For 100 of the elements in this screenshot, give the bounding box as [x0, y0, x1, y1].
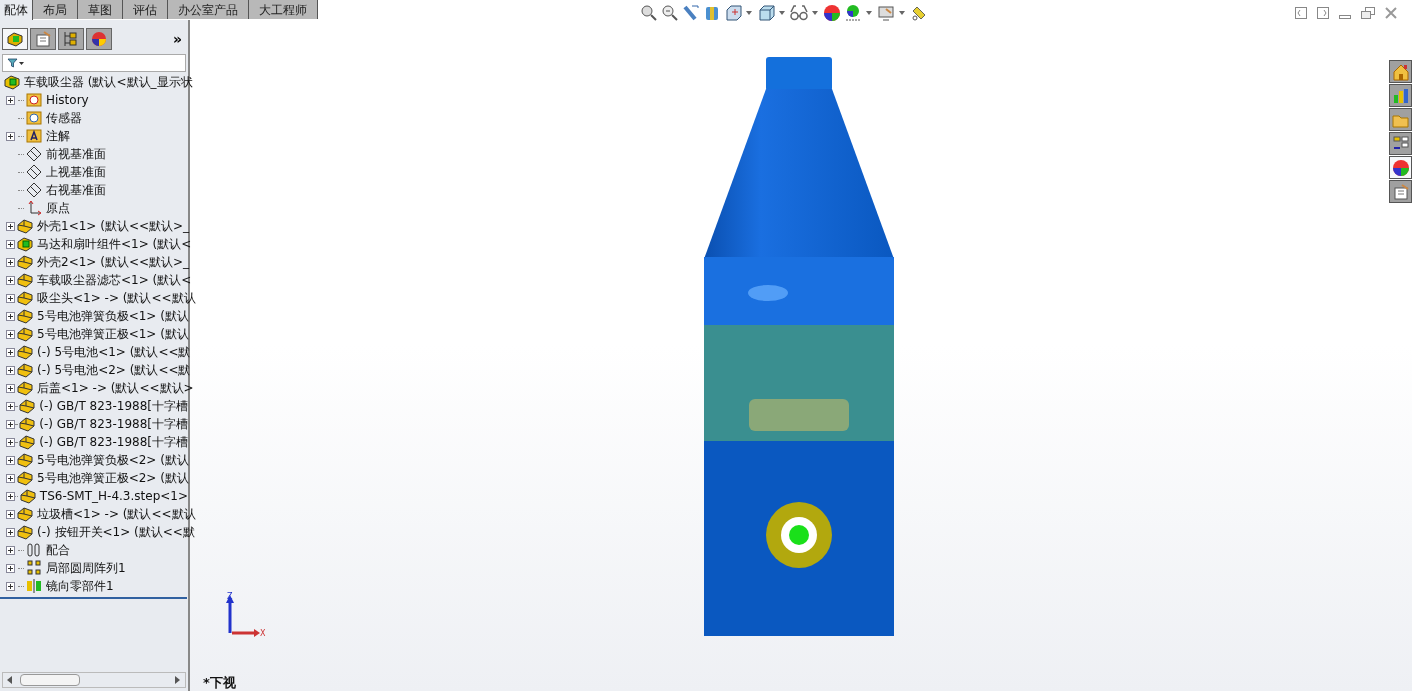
tree-item[interactable]: 局部圆周阵列1 — [46, 559, 126, 577]
tree-item[interactable]: 车载吸尘器滤芯<1> (默认< — [37, 271, 192, 289]
tree-item[interactable]: 5号电池弹簧正极<2> (默认 — [37, 469, 189, 487]
expand-icon[interactable] — [6, 545, 15, 555]
part-icon — [19, 434, 36, 450]
ribbon-tab[interactable]: 评估 — [123, 0, 168, 19]
origin-icon — [26, 200, 42, 216]
expand-icon[interactable] — [6, 95, 15, 105]
tree-item[interactable]: (-) 5号电池<2> (默认<<默 — [37, 361, 191, 379]
tree-item[interactable]: 5号电池弹簧负极<2> (默认 — [37, 451, 189, 469]
dock-left-icon[interactable] — [1295, 7, 1307, 19]
expand-icon[interactable] — [6, 527, 15, 537]
panel-tab[interactable] — [30, 28, 56, 50]
expand-icon[interactable] — [6, 491, 15, 501]
part-icon — [17, 344, 33, 360]
tree-item[interactable]: 5号电池弹簧负极<1> (默认 — [37, 307, 189, 325]
toolbar-button[interactable] — [640, 4, 658, 22]
tree-item[interactable]: (-) GB/T 823-1988[十字槽 — [39, 433, 188, 451]
subassembly-icon — [17, 236, 33, 252]
axis-label: X — [260, 629, 266, 638]
tree-item[interactable]: 前视基准面 — [46, 145, 106, 163]
expand-icon[interactable] — [6, 239, 15, 249]
toolbar-button[interactable] — [661, 4, 679, 22]
panel-tab[interactable] — [2, 28, 28, 50]
tree-item[interactable]: 原点 — [46, 199, 70, 217]
tree-item[interactable]: 垃圾槽<1> -> (默认<<默认 — [37, 505, 196, 523]
toolbar-button[interactable] — [682, 4, 700, 22]
ribbon-tab[interactable]: 办公室产品 — [168, 0, 249, 19]
expand-icon[interactable] — [6, 455, 15, 465]
filter-field[interactable] — [2, 54, 186, 72]
tree-item[interactable]: (-) GB/T 823-1988[十字槽 — [39, 397, 188, 415]
toolbar-button[interactable] — [790, 4, 820, 22]
ribbon-tab[interactable]: 布局 — [33, 0, 78, 19]
tree-item[interactable]: 马达和扇叶组件<1> (默认< — [37, 235, 192, 253]
task-pane-tab[interactable] — [1389, 156, 1412, 179]
dock-right-icon[interactable] — [1317, 7, 1329, 19]
expand-icon[interactable] — [6, 581, 15, 591]
task-pane-tab[interactable] — [1389, 180, 1412, 203]
expand-icon[interactable] — [6, 365, 15, 375]
tree-item[interactable]: 镜向零部件1 — [46, 577, 114, 595]
tree-item[interactable]: 注解 — [46, 127, 70, 145]
expand-icon[interactable] — [6, 563, 15, 573]
toolbar-button[interactable] — [844, 4, 874, 22]
ribbon-tab[interactable]: 配体 — [0, 0, 33, 20]
tree-item[interactable]: 吸尘头<1> -> (默认<<默认 — [37, 289, 196, 307]
config-tab-icon — [62, 30, 80, 48]
expand-icon[interactable] — [6, 275, 15, 285]
part-icon — [17, 524, 33, 540]
horizontal-scrollbar[interactable] — [2, 672, 186, 688]
panel-tab[interactable] — [86, 28, 112, 50]
scroll-left-icon[interactable] — [7, 676, 13, 684]
tree-item[interactable]: 5号电池弹簧正极<1> (默认 — [37, 325, 189, 343]
tree-item[interactable]: 后盖<1> -> (默认<<默认> — [37, 379, 194, 397]
panel-tab[interactable] — [58, 28, 84, 50]
expand-icon[interactable] — [6, 509, 15, 519]
expand-icon[interactable] — [6, 347, 15, 357]
toolbar-button[interactable] — [724, 4, 754, 22]
sensor-icon — [26, 110, 42, 126]
expand-icon[interactable] — [6, 257, 15, 267]
expand-icon[interactable] — [6, 383, 15, 393]
ribbon-tab[interactable]: 草图 — [78, 0, 123, 19]
expand-icon[interactable] — [6, 329, 15, 339]
toolbar-button[interactable] — [877, 4, 907, 22]
expand-icon[interactable] — [6, 473, 15, 483]
tree-item[interactable]: 车载吸尘器 (默认<默认_显示状 — [24, 73, 193, 91]
expand-icon[interactable] — [6, 131, 15, 141]
tree-item[interactable]: 外壳2<1> (默认<<默认>_ — [37, 253, 190, 271]
tree-item[interactable]: History — [46, 91, 89, 109]
more-tabs-button[interactable]: » — [172, 28, 182, 50]
expand-icon[interactable] — [6, 311, 15, 321]
tree-item[interactable]: 上视基准面 — [46, 163, 106, 181]
expand-icon[interactable] — [6, 419, 15, 429]
part-icon — [17, 254, 33, 270]
orientation-icon — [724, 4, 742, 22]
part-icon — [17, 326, 33, 342]
tree-item[interactable]: 配合 — [46, 541, 70, 559]
part-icon — [17, 308, 33, 324]
tree-item[interactable]: 右视基准面 — [46, 181, 106, 199]
expand-icon[interactable] — [6, 437, 15, 447]
hide-show-icon — [790, 4, 808, 22]
tree-item[interactable]: 外壳1<1> (默认<<默认>_ — [37, 217, 190, 235]
tree-item[interactable]: 传感器 — [46, 109, 82, 127]
toolbar-button[interactable] — [823, 4, 841, 22]
expand-icon[interactable] — [6, 293, 15, 303]
tree-item[interactable]: TS6-SMT_H-4.3.step<1> — [39, 487, 188, 505]
property-tab-icon — [34, 30, 52, 48]
pattern-icon — [26, 560, 42, 576]
tree-item[interactable]: (-) 5号电池<1> (默认<<默 — [37, 343, 191, 361]
close-icon[interactable] — [1385, 7, 1397, 19]
tree-item[interactable]: (-) 按钮开关<1> (默认<<默 — [37, 523, 195, 541]
restore-icon[interactable] — [1361, 7, 1375, 19]
expand-icon[interactable] — [6, 221, 15, 231]
toolbar-button[interactable] — [757, 4, 787, 22]
zoom-fit-icon — [640, 4, 658, 22]
ribbon-tab[interactable]: 大工程师 — [249, 0, 318, 19]
task-pane-tab[interactable] — [1389, 132, 1412, 155]
scroll-right-icon[interactable] — [175, 676, 181, 684]
expand-icon[interactable] — [6, 401, 15, 411]
tree-item[interactable]: (-) GB/T 823-1988[十字槽 — [39, 415, 188, 433]
toolbar-button[interactable] — [910, 4, 928, 22]
